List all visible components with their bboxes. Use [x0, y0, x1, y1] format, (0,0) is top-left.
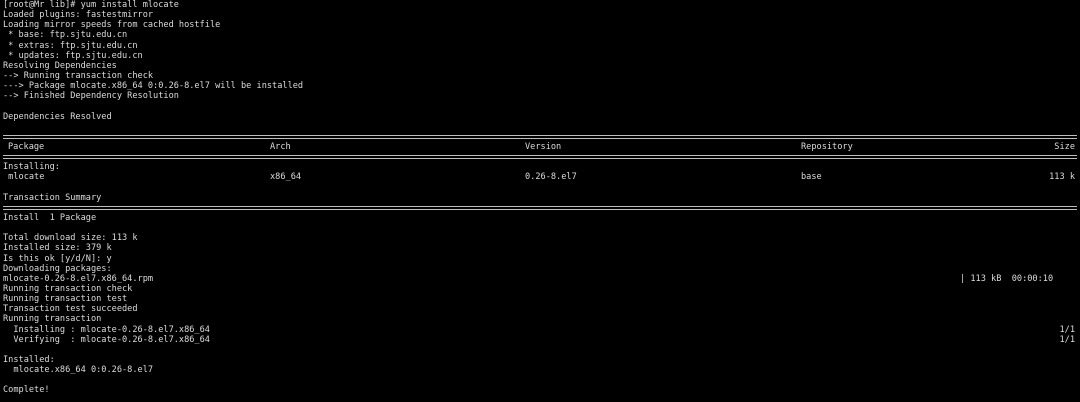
output-line: Downloading packages:: [3, 263, 112, 274]
step-progress: 1/1: [1059, 334, 1075, 345]
installed-label: Installed:: [3, 354, 55, 365]
step-progress: 1/1: [1059, 324, 1075, 335]
table-separator: [3, 152, 1077, 162]
output-line: Loaded plugins: fastestmirror: [3, 10, 154, 21]
download-stats: | 113 kB 00:00:10: [960, 273, 1054, 284]
header-arch: Arch: [270, 141, 291, 152]
header-repository: Repository: [801, 141, 853, 152]
output-line: --> Finished Dependency Resolution: [3, 91, 179, 102]
table-row: mlocate x86_64 0.26-8.el7 base 113 k: [3, 172, 1077, 182]
summary-separator: [3, 203, 1077, 213]
cell-repository: base: [801, 172, 822, 183]
output-line: Total download size: 113 k: [3, 233, 138, 244]
table-separator: [3, 132, 1077, 142]
output-line: Resolving Dependencies: [3, 60, 117, 71]
cell-package: mlocate: [3, 172, 45, 183]
output-line: * extras: ftp.sjtu.edu.cn: [3, 40, 138, 51]
output-line: --> Running transaction check: [3, 70, 154, 81]
confirm-prompt-line: Is this ok [y/d/N]: y: [3, 253, 112, 264]
output-line: Running transaction: [3, 314, 102, 325]
terminal-window[interactable]: [root@Mr lib]# yum install mlocate Loade…: [0, 0, 1080, 402]
dependencies-resolved-line: Dependencies Resolved: [3, 111, 112, 122]
installing-section-label: Installing:: [3, 162, 60, 173]
download-file: mlocate-0.26-8.el7.x86_64.rpm: [3, 273, 154, 284]
header-package: Package: [8, 141, 45, 152]
output-line: Loading mirror speeds from cached hostfi…: [3, 20, 221, 31]
complete-line: Complete!: [3, 385, 50, 396]
step-label: Verifying : mlocate-0.26-8.el7.x86_64: [3, 334, 210, 345]
cell-version: 0.26-8.el7: [525, 172, 577, 183]
step-label: Installing : mlocate-0.26-8.el7.x86_64: [3, 324, 210, 335]
output-line: ---> Package mlocate.x86_64 0:0.26-8.el7…: [3, 81, 304, 92]
header-size: Size: [1054, 141, 1075, 152]
step-row: Installing : mlocate-0.26-8.el7.x86_64 1…: [3, 325, 1077, 335]
cell-arch: x86_64: [270, 172, 302, 183]
output-line: Running transaction check: [3, 283, 133, 294]
output-line: * updates: ftp.sjtu.edu.cn: [3, 50, 143, 61]
cell-size: 113 k: [1049, 172, 1075, 183]
transaction-summary-label: Transaction Summary: [3, 192, 102, 203]
install-count-line: Install 1 Package: [3, 212, 97, 223]
table-header-row: Package Arch Version Repository Size: [3, 142, 1077, 152]
installed-package: mlocate.x86_64 0:0.26-8.el7: [3, 365, 154, 376]
output-line: Running transaction test: [3, 294, 128, 305]
output-line: Installed size: 379 k: [3, 243, 112, 254]
output-line: Transaction test succeeded: [3, 304, 138, 315]
download-row: mlocate-0.26-8.el7.x86_64.rpm | 113 kB 0…: [3, 274, 1077, 284]
header-version: Version: [525, 141, 562, 152]
output-line: * base: ftp.sjtu.edu.cn: [3, 30, 128, 41]
step-row: Verifying : mlocate-0.26-8.el7.x86_64 1/…: [3, 335, 1077, 345]
command-prompt-line: [root@Mr lib]# yum install mlocate: [3, 0, 179, 10]
